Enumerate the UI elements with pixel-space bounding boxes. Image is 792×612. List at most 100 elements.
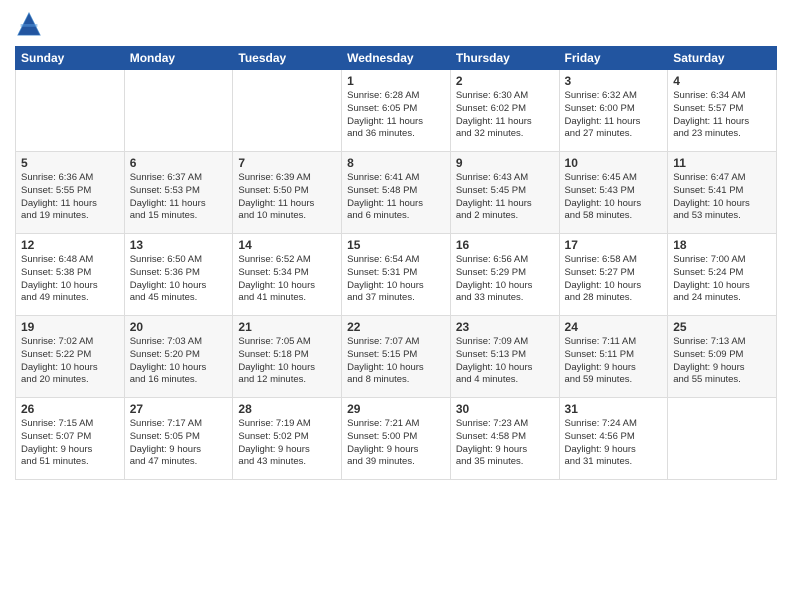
day-number: 25 (673, 320, 771, 334)
day-info: Sunrise: 7:00 AM Sunset: 5:24 PM Dayligh… (673, 254, 771, 305)
day-info: Sunrise: 6:48 AM Sunset: 5:38 PM Dayligh… (21, 254, 119, 305)
logo-icon (15, 10, 43, 38)
day-info: Sunrise: 6:30 AM Sunset: 6:02 PM Dayligh… (456, 90, 554, 141)
day-cell (668, 398, 777, 480)
day-cell: 20 Sunrise: 7:03 AM Sunset: 5:20 PM Dayli… (124, 316, 233, 398)
day-cell: 21 Sunrise: 7:05 AM Sunset: 5:18 PM Dayli… (233, 316, 342, 398)
day-cell: 12 Sunrise: 6:48 AM Sunset: 5:38 PM Dayli… (16, 234, 125, 316)
day-cell (233, 70, 342, 152)
day-info: Sunrise: 7:11 AM Sunset: 5:11 PM Dayligh… (565, 336, 663, 387)
day-cell: 22Sunrise: 7:07 AM Sunset: 5:15 PM Dayli… (342, 316, 451, 398)
day-cell: 30 Sunrise: 7:23 AM Sunset: 4:58 PM Dayli… (450, 398, 559, 480)
day-info: Sunrise: 6:32 AM Sunset: 6:00 PM Dayligh… (565, 90, 663, 141)
day-info: Sunrise: 7:17 AM Sunset: 5:05 PM Dayligh… (130, 418, 228, 469)
day-cell: 3 Sunrise: 6:32 AM Sunset: 6:00 PM Daylig… (559, 70, 668, 152)
day-cell: 14 Sunrise: 6:52 AM Sunset: 5:34 PM Dayli… (233, 234, 342, 316)
day-number: 8 (347, 156, 445, 170)
day-cell: 4 Sunrise: 6:34 AM Sunset: 5:57 PM Daylig… (668, 70, 777, 152)
day-info: Sunrise: 7:05 AM Sunset: 5:18 PM Dayligh… (238, 336, 336, 387)
week-row-2: 5 Sunrise: 6:36 AM Sunset: 5:55 PM Daylig… (16, 152, 777, 234)
day-cell: 26Sunrise: 7:15 AM Sunset: 5:07 PM Dayli… (16, 398, 125, 480)
day-cell: 15Sunrise: 6:54 AM Sunset: 5:31 PM Dayli… (342, 234, 451, 316)
day-number: 27 (130, 402, 228, 416)
day-cell: 25 Sunrise: 7:13 AM Sunset: 5:09 PM Dayli… (668, 316, 777, 398)
week-row-4: 19 Sunrise: 7:02 AM Sunset: 5:22 PM Dayli… (16, 316, 777, 398)
day-cell: 23 Sunrise: 7:09 AM Sunset: 5:13 PM Dayli… (450, 316, 559, 398)
day-number: 12 (21, 238, 119, 252)
page: SundayMondayTuesdayWednesdayThursdayFrid… (0, 0, 792, 612)
day-number: 5 (21, 156, 119, 170)
day-cell: 10 Sunrise: 6:45 AM Sunset: 5:43 PM Dayli… (559, 152, 668, 234)
day-info: Sunrise: 6:36 AM Sunset: 5:55 PM Dayligh… (21, 172, 119, 223)
day-info: Sunrise: 6:43 AM Sunset: 5:45 PM Dayligh… (456, 172, 554, 223)
day-number: 11 (673, 156, 771, 170)
day-cell: 2Sunrise: 6:30 AM Sunset: 6:02 PM Daylig… (450, 70, 559, 152)
day-number: 10 (565, 156, 663, 170)
day-cell: 13 Sunrise: 6:50 AM Sunset: 5:36 PM Dayli… (124, 234, 233, 316)
day-info: Sunrise: 7:02 AM Sunset: 5:22 PM Dayligh… (21, 336, 119, 387)
day-info: Sunrise: 7:21 AM Sunset: 5:00 PM Dayligh… (347, 418, 445, 469)
day-number: 19 (21, 320, 119, 334)
day-number: 13 (130, 238, 228, 252)
day-cell: 16Sunrise: 6:56 AM Sunset: 5:29 PM Dayli… (450, 234, 559, 316)
day-info: Sunrise: 6:52 AM Sunset: 5:34 PM Dayligh… (238, 254, 336, 305)
day-number: 22 (347, 320, 445, 334)
day-number: 21 (238, 320, 336, 334)
day-number: 17 (565, 238, 663, 252)
header (15, 10, 777, 38)
day-info: Sunrise: 6:45 AM Sunset: 5:43 PM Dayligh… (565, 172, 663, 223)
day-number: 20 (130, 320, 228, 334)
day-info: Sunrise: 6:58 AM Sunset: 5:27 PM Dayligh… (565, 254, 663, 305)
day-number: 1 (347, 74, 445, 88)
day-info: Sunrise: 6:34 AM Sunset: 5:57 PM Dayligh… (673, 90, 771, 141)
day-cell: 17 Sunrise: 6:58 AM Sunset: 5:27 PM Dayli… (559, 234, 668, 316)
day-cell (16, 70, 125, 152)
day-info: Sunrise: 7:03 AM Sunset: 5:20 PM Dayligh… (130, 336, 228, 387)
col-header-saturday: Saturday (668, 47, 777, 70)
day-info: Sunrise: 7:23 AM Sunset: 4:58 PM Dayligh… (456, 418, 554, 469)
day-info: Sunrise: 6:28 AM Sunset: 6:05 PM Dayligh… (347, 90, 445, 141)
day-info: Sunrise: 7:13 AM Sunset: 5:09 PM Dayligh… (673, 336, 771, 387)
week-row-1: 1 Sunrise: 6:28 AM Sunset: 6:05 PM Daylig… (16, 70, 777, 152)
day-number: 16 (456, 238, 554, 252)
day-number: 26 (21, 402, 119, 416)
day-info: Sunrise: 6:50 AM Sunset: 5:36 PM Dayligh… (130, 254, 228, 305)
week-row-5: 26Sunrise: 7:15 AM Sunset: 5:07 PM Dayli… (16, 398, 777, 480)
day-info: Sunrise: 7:09 AM Sunset: 5:13 PM Dayligh… (456, 336, 554, 387)
day-number: 14 (238, 238, 336, 252)
day-info: Sunrise: 6:37 AM Sunset: 5:53 PM Dayligh… (130, 172, 228, 223)
day-info: Sunrise: 6:47 AM Sunset: 5:41 PM Dayligh… (673, 172, 771, 223)
col-header-sunday: Sunday (16, 47, 125, 70)
day-number: 4 (673, 74, 771, 88)
day-cell: 9 Sunrise: 6:43 AM Sunset: 5:45 PM Daylig… (450, 152, 559, 234)
day-cell: 31Sunrise: 7:24 AM Sunset: 4:56 PM Dayli… (559, 398, 668, 480)
day-cell: 1 Sunrise: 6:28 AM Sunset: 6:05 PM Daylig… (342, 70, 451, 152)
day-number: 7 (238, 156, 336, 170)
col-header-tuesday: Tuesday (233, 47, 342, 70)
day-cell: 27 Sunrise: 7:17 AM Sunset: 5:05 PM Dayli… (124, 398, 233, 480)
col-header-wednesday: Wednesday (342, 47, 451, 70)
calendar-header: SundayMondayTuesdayWednesdayThursdayFrid… (16, 47, 777, 70)
day-cell: 28 Sunrise: 7:19 AM Sunset: 5:02 PM Dayli… (233, 398, 342, 480)
day-cell: 18Sunrise: 7:00 AM Sunset: 5:24 PM Dayli… (668, 234, 777, 316)
week-row-3: 12 Sunrise: 6:48 AM Sunset: 5:38 PM Dayli… (16, 234, 777, 316)
day-cell: 7Sunrise: 6:39 AM Sunset: 5:50 PM Daylig… (233, 152, 342, 234)
day-number: 30 (456, 402, 554, 416)
day-number: 24 (565, 320, 663, 334)
day-cell: 19 Sunrise: 7:02 AM Sunset: 5:22 PM Dayli… (16, 316, 125, 398)
day-info: Sunrise: 6:54 AM Sunset: 5:31 PM Dayligh… (347, 254, 445, 305)
day-cell: 29Sunrise: 7:21 AM Sunset: 5:00 PM Dayli… (342, 398, 451, 480)
col-header-monday: Monday (124, 47, 233, 70)
day-number: 23 (456, 320, 554, 334)
day-info: Sunrise: 7:19 AM Sunset: 5:02 PM Dayligh… (238, 418, 336, 469)
day-info: Sunrise: 6:41 AM Sunset: 5:48 PM Dayligh… (347, 172, 445, 223)
header-row: SundayMondayTuesdayWednesdayThursdayFrid… (16, 47, 777, 70)
calendar: SundayMondayTuesdayWednesdayThursdayFrid… (15, 46, 777, 480)
col-header-friday: Friday (559, 47, 668, 70)
day-cell (124, 70, 233, 152)
day-number: 3 (565, 74, 663, 88)
day-number: 28 (238, 402, 336, 416)
day-cell: 24 Sunrise: 7:11 AM Sunset: 5:11 PM Dayli… (559, 316, 668, 398)
day-cell: 8 Sunrise: 6:41 AM Sunset: 5:48 PM Daylig… (342, 152, 451, 234)
day-number: 9 (456, 156, 554, 170)
